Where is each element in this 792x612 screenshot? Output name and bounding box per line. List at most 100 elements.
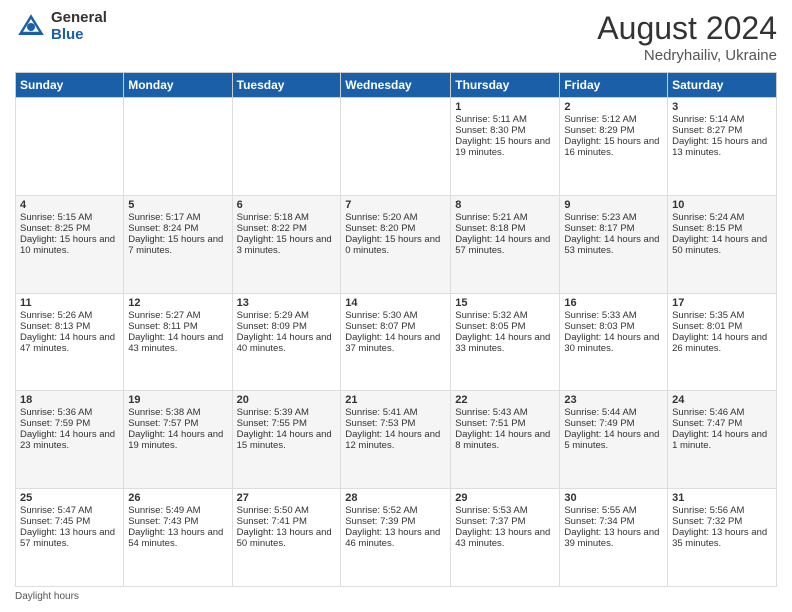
day-info: Sunset: 8:22 PM	[237, 223, 337, 234]
footer-note: Daylight hours	[15, 591, 777, 602]
day-number: 28	[345, 492, 446, 504]
day-info: Sunset: 8:25 PM	[20, 223, 119, 234]
day-number: 4	[20, 199, 119, 211]
day-info: Sunrise: 5:44 AM	[564, 407, 663, 418]
day-number: 19	[128, 394, 227, 406]
day-info: Sunset: 7:57 PM	[128, 418, 227, 429]
day-cell: 29Sunrise: 5:53 AMSunset: 7:37 PMDayligh…	[451, 489, 560, 587]
day-number: 24	[672, 394, 772, 406]
day-number: 26	[128, 492, 227, 504]
day-number: 3	[672, 101, 772, 113]
day-number: 6	[237, 199, 337, 211]
col-header-wednesday: Wednesday	[341, 73, 451, 98]
calendar-header-row: SundayMondayTuesdayWednesdayThursdayFrid…	[16, 73, 777, 98]
day-info: Sunrise: 5:27 AM	[128, 310, 227, 321]
day-cell: 25Sunrise: 5:47 AMSunset: 7:45 PMDayligh…	[16, 489, 124, 587]
day-info: Daylight: 13 hours and 35 minutes.	[672, 527, 772, 549]
day-info: Sunset: 8:01 PM	[672, 321, 772, 332]
day-number: 17	[672, 297, 772, 309]
day-info: Sunrise: 5:20 AM	[345, 212, 446, 223]
day-cell: 21Sunrise: 5:41 AMSunset: 7:53 PMDayligh…	[341, 391, 451, 489]
col-header-saturday: Saturday	[668, 73, 777, 98]
day-number: 31	[672, 492, 772, 504]
day-info: Daylight: 14 hours and 1 minute.	[672, 429, 772, 451]
day-cell: 3Sunrise: 5:14 AMSunset: 8:27 PMDaylight…	[668, 98, 777, 196]
day-info: Sunset: 8:27 PM	[672, 125, 772, 136]
logo: General Blue	[15, 10, 107, 43]
day-info: Sunrise: 5:50 AM	[237, 505, 337, 516]
title-block: August 2024 Nedryhailiv, Ukraine	[597, 10, 777, 64]
day-info: Daylight: 14 hours and 30 minutes.	[564, 332, 663, 354]
header: General Blue August 2024 Nedryhailiv, Uk…	[15, 10, 777, 64]
day-info: Sunset: 8:24 PM	[128, 223, 227, 234]
day-cell: 18Sunrise: 5:36 AMSunset: 7:59 PMDayligh…	[16, 391, 124, 489]
day-info: Sunrise: 5:32 AM	[455, 310, 555, 321]
day-cell: 15Sunrise: 5:32 AMSunset: 8:05 PMDayligh…	[451, 293, 560, 391]
day-info: Daylight: 14 hours and 50 minutes.	[672, 234, 772, 256]
col-header-monday: Monday	[124, 73, 232, 98]
day-info: Sunset: 7:59 PM	[20, 418, 119, 429]
day-info: Sunset: 8:18 PM	[455, 223, 555, 234]
day-cell: 6Sunrise: 5:18 AMSunset: 8:22 PMDaylight…	[232, 195, 341, 293]
day-number: 18	[20, 394, 119, 406]
day-cell: 17Sunrise: 5:35 AMSunset: 8:01 PMDayligh…	[668, 293, 777, 391]
day-info: Daylight: 14 hours and 33 minutes.	[455, 332, 555, 354]
week-row-2: 4Sunrise: 5:15 AMSunset: 8:25 PM Daylight…	[16, 195, 777, 293]
logo-blue-text: Blue	[51, 27, 107, 44]
col-header-thursday: Thursday	[451, 73, 560, 98]
day-info: Sunset: 8:15 PM	[672, 223, 772, 234]
day-info: Sunset: 7:43 PM	[128, 516, 227, 527]
day-cell: 24Sunrise: 5:46 AMSunset: 7:47 PMDayligh…	[668, 391, 777, 489]
col-header-sunday: Sunday	[16, 73, 124, 98]
day-number: 5	[128, 199, 227, 211]
day-info: Sunrise: 5:49 AM	[128, 505, 227, 516]
day-number: 13	[237, 297, 337, 309]
day-number: 15	[455, 297, 555, 309]
day-info: Sunset: 7:53 PM	[345, 418, 446, 429]
logo-general-text: General	[51, 10, 107, 27]
daylight-note: Daylight hours	[15, 591, 79, 602]
day-number: 14	[345, 297, 446, 309]
day-info: Daylight: 15 hours and 19 minutes.	[455, 136, 555, 158]
day-number: 1	[455, 101, 555, 113]
day-info: Sunrise: 5:15 AM	[20, 212, 119, 223]
calendar-table: SundayMondayTuesdayWednesdayThursdayFrid…	[15, 72, 777, 587]
location: Nedryhailiv, Ukraine	[597, 47, 777, 64]
day-info: Sunrise: 5:36 AM	[20, 407, 119, 418]
day-info: Daylight: 15 hours and 13 minutes.	[672, 136, 772, 158]
day-cell: 1Sunrise: 5:11 AMSunset: 8:30 PMDaylight…	[451, 98, 560, 196]
day-info: Sunset: 7:37 PM	[455, 516, 555, 527]
day-info: Sunset: 7:34 PM	[564, 516, 663, 527]
day-info: Sunrise: 5:26 AM	[20, 310, 119, 321]
day-info: Sunrise: 5:53 AM	[455, 505, 555, 516]
day-info: Sunrise: 5:55 AM	[564, 505, 663, 516]
day-number: 25	[20, 492, 119, 504]
week-row-4: 18Sunrise: 5:36 AMSunset: 7:59 PM Dayligh…	[16, 391, 777, 489]
day-info: Daylight: 15 hours and 16 minutes.	[564, 136, 663, 158]
day-cell: 19Sunrise: 5:38 AMSunset: 7:57 PMDayligh…	[124, 391, 232, 489]
day-cell: 31Sunrise: 5:56 AMSunset: 7:32 PMDayligh…	[668, 489, 777, 587]
day-info: Sunrise: 5:43 AM	[455, 407, 555, 418]
day-info: Sunrise: 5:46 AM	[672, 407, 772, 418]
day-cell: 2Sunrise: 5:12 AMSunset: 8:29 PMDaylight…	[560, 98, 668, 196]
day-info: Sunset: 8:03 PM	[564, 321, 663, 332]
day-cell: 26Sunrise: 5:49 AMSunset: 7:43 PMDayligh…	[124, 489, 232, 587]
day-info: Sunrise: 5:21 AM	[455, 212, 555, 223]
day-info: Daylight: 14 hours and 19 minutes.	[128, 429, 227, 451]
col-header-tuesday: Tuesday	[232, 73, 341, 98]
day-cell: 12Sunrise: 5:27 AMSunset: 8:11 PMDayligh…	[124, 293, 232, 391]
day-info: Daylight: 13 hours and 43 minutes.	[455, 527, 555, 549]
day-info: Daylight: 13 hours and 39 minutes.	[564, 527, 663, 549]
day-cell	[16, 98, 124, 196]
day-info: Sunrise: 5:23 AM	[564, 212, 663, 223]
week-row-3: 11Sunrise: 5:26 AMSunset: 8:13 PMDayligh…	[16, 293, 777, 391]
day-number: 23	[564, 394, 663, 406]
day-info: Daylight: 13 hours and 50 minutes.	[237, 527, 337, 549]
day-info: Sunrise: 5:35 AM	[672, 310, 772, 321]
day-info: Daylight: 14 hours and 40 minutes.	[237, 332, 337, 354]
day-info: Daylight: 15 hours and 0 minutes.	[345, 234, 446, 256]
day-cell: 27Sunrise: 5:50 AMSunset: 7:41 PMDayligh…	[232, 489, 341, 587]
day-info: Sunset: 7:45 PM	[20, 516, 119, 527]
day-cell: 11Sunrise: 5:26 AMSunset: 8:13 PMDayligh…	[16, 293, 124, 391]
day-info: Sunrise: 5:30 AM	[345, 310, 446, 321]
